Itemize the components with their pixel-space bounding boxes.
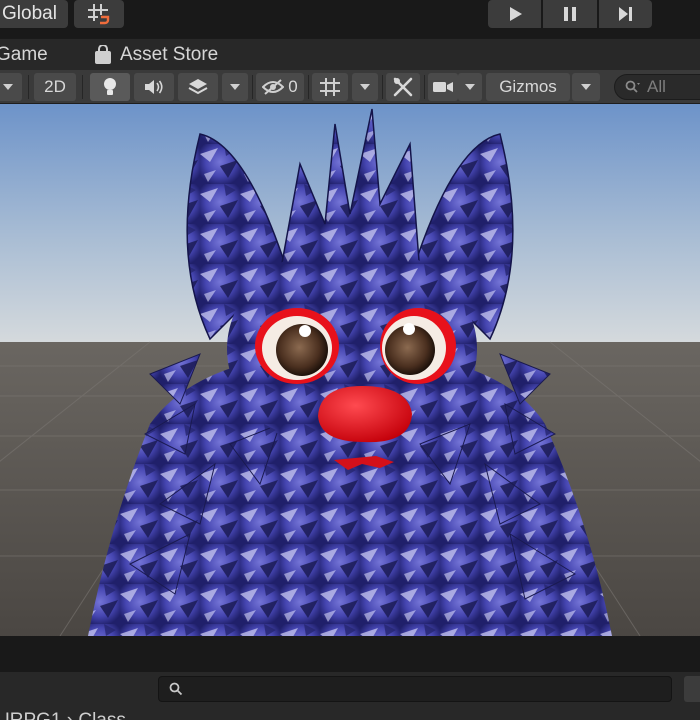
layers-effects-icon <box>188 79 208 95</box>
pause-icon <box>563 7 576 21</box>
chevron-down-icon <box>230 84 240 90</box>
scene-render <box>0 104 700 636</box>
asset-store-bag-icon <box>95 45 111 64</box>
play-controls <box>488 0 652 28</box>
grid-snap-icon <box>88 4 110 25</box>
divider <box>308 75 309 99</box>
2d-mode-label: 2D <box>44 77 66 96</box>
search-icon <box>169 682 183 696</box>
tab-game[interactable]: Game <box>0 39 48 71</box>
tab-asset-store[interactable]: Asset Store <box>94 39 218 71</box>
divider <box>28 75 29 99</box>
gizmos-dropdown[interactable] <box>572 73 600 101</box>
light-bulb-icon <box>104 78 116 95</box>
chevron-down-icon <box>360 84 370 90</box>
video-camera-icon <box>433 82 453 92</box>
divider <box>252 75 253 99</box>
chevron-down-icon <box>465 84 475 90</box>
main-toolbar: Global <box>0 0 700 38</box>
search-placeholder: All <box>647 77 666 96</box>
editor-tab-bar: Game Asset Store <box>0 38 700 70</box>
scene-viewport[interactable] <box>0 104 700 636</box>
scene-search-input[interactable]: All <box>614 74 700 100</box>
scene-view-toolbar: 2D 0 Gizmos All <box>0 70 700 104</box>
chevron-down-icon <box>3 84 13 90</box>
tab-asset-store-label: Asset Store <box>120 44 219 65</box>
effects-dropdown[interactable] <box>222 73 248 101</box>
left-eye <box>255 308 339 384</box>
hidden-eye-icon <box>262 79 285 95</box>
speaker-icon <box>145 80 163 94</box>
scene-audio-toggle[interactable] <box>134 73 174 101</box>
divider <box>82 75 83 99</box>
grid-dropdown[interactable] <box>352 73 378 101</box>
step-button[interactable] <box>598 0 652 28</box>
camera-settings-button[interactable] <box>428 73 458 101</box>
scene-lighting-toggle[interactable] <box>90 73 130 101</box>
project-toolbar <box>0 672 700 706</box>
camera-dropdown[interactable] <box>458 73 482 101</box>
grid-visibility-toggle[interactable] <box>312 73 348 101</box>
panel-divider <box>0 636 700 672</box>
hidden-objects-count: 0 <box>288 77 298 96</box>
scene-effects-toggle[interactable] <box>178 73 218 101</box>
breadcrumb-path[interactable]: URPG1 › Class <box>0 710 126 720</box>
pause-button[interactable] <box>543 0 597 28</box>
search-icon <box>625 80 640 93</box>
play-button[interactable] <box>488 0 542 28</box>
grid-icon <box>320 78 340 96</box>
2d-mode-button[interactable]: 2D <box>34 73 76 101</box>
divider <box>382 75 383 99</box>
project-search-input[interactable] <box>158 676 672 702</box>
gizmos-label: Gizmos <box>499 77 557 96</box>
pivot-rotation-global-button[interactable]: Global <box>0 0 68 28</box>
chevron-down-icon <box>581 84 591 90</box>
global-label: Global <box>2 3 57 24</box>
red-nose <box>318 386 412 443</box>
gizmos-button[interactable]: Gizmos <box>486 73 570 101</box>
tools-button[interactable] <box>386 73 420 101</box>
right-eye <box>380 308 456 384</box>
project-options-button[interactable] <box>684 676 700 702</box>
step-icon <box>619 7 633 21</box>
divider <box>424 75 425 99</box>
tab-game-label: Game <box>0 44 48 65</box>
play-icon <box>509 7 522 21</box>
draw-mode-dropdown[interactable] <box>0 73 22 101</box>
tools-crossed-icon <box>393 77 413 97</box>
grid-snap-button[interactable] <box>74 0 124 28</box>
breadcrumb: URPG1 › Class <box>0 706 700 720</box>
scene-visibility-toggle[interactable]: 0 <box>256 73 304 101</box>
